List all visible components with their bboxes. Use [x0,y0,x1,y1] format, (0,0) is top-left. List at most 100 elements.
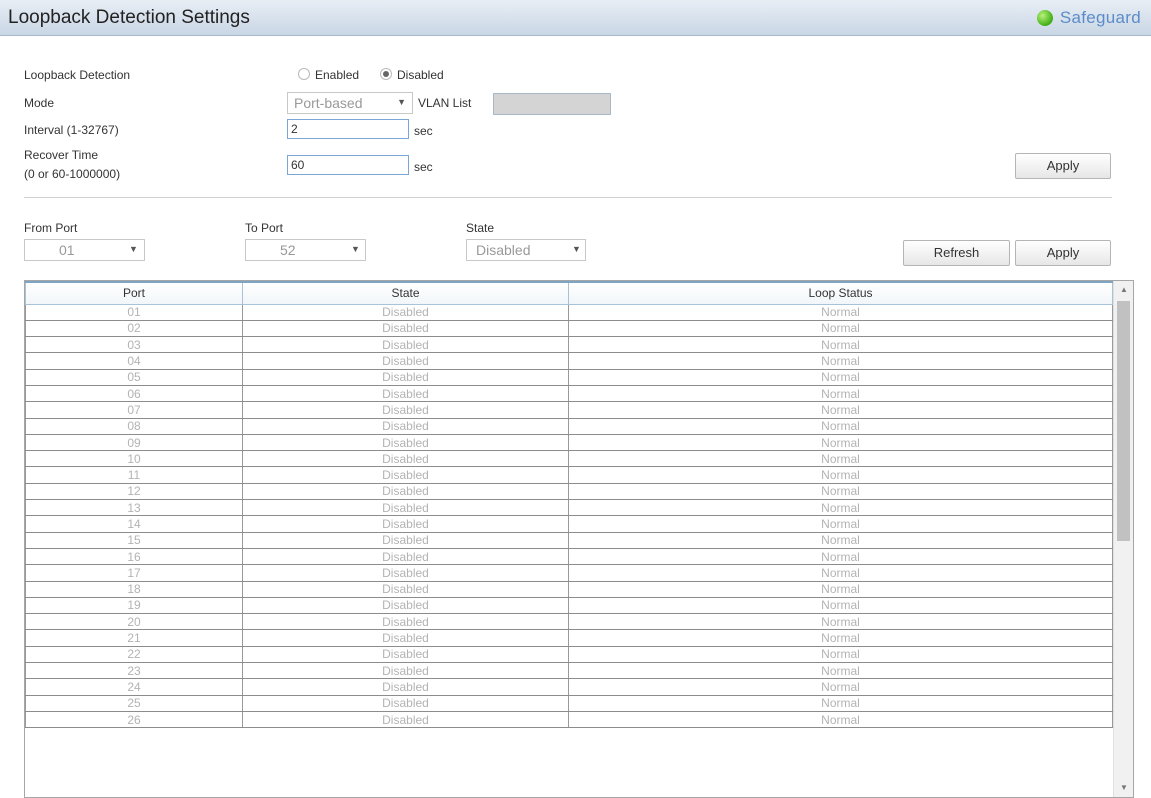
table-row: 05 Disabled Normal [25,369,1113,386]
divider [24,197,1112,198]
apply-port-button[interactable]: Apply [1015,240,1111,266]
port-cell: 14 [25,515,243,533]
state-cell: Disabled [242,695,569,712]
to-port-label: To Port [245,221,284,235]
port-cell: 16 [25,548,243,566]
loop-status-cell: Normal [568,401,1113,419]
port-cell: 18 [25,581,243,598]
table-row: 10 Disabled Normal [25,450,1113,468]
state-cell: Disabled [242,466,569,484]
port-cell: 03 [25,336,243,354]
table-row: 23 Disabled Normal [25,662,1113,680]
state-cell: Disabled [242,304,569,321]
table-row: 03 Disabled Normal [25,336,1113,354]
from-port-select[interactable]: 01 ▼ [24,239,145,261]
state-cell: Disabled [242,336,569,354]
table-row: 18 Disabled Normal [25,581,1113,598]
refresh-button[interactable]: Refresh [903,240,1010,266]
state-cell: Disabled [242,401,569,419]
state-cell: Disabled [242,678,569,696]
mode-select[interactable]: Port-based ▼ [287,92,413,114]
chevron-down-icon: ▼ [351,244,360,254]
scroll-up-arrow-icon[interactable]: ▲ [1114,281,1133,299]
state-select[interactable]: Disabled ▼ [466,239,586,261]
table-row: 13 Disabled Normal [25,499,1113,517]
loop-status-cell: Normal [568,304,1113,321]
port-cell: 13 [25,499,243,517]
state-cell: Disabled [242,450,569,468]
page-title: Loopback Detection Settings [8,7,250,28]
table-row: 09 Disabled Normal [25,434,1113,452]
table-row: 19 Disabled Normal [25,597,1113,615]
port-cell: 07 [25,401,243,419]
recover-time-input[interactable] [287,155,409,175]
loop-status-cell: Normal [568,548,1113,566]
table-scrollbar[interactable]: ▲ ▼ [1113,281,1133,797]
loop-status-cell: Normal [568,499,1113,517]
port-cell: 10 [25,450,243,468]
state-cell: Disabled [242,711,569,729]
interval-label: Interval (1-32767) [24,123,119,137]
port-cell: 15 [25,532,243,549]
loop-status-cell: Normal [568,515,1113,533]
recover-time-label: Recover Time [24,148,99,162]
column-header-state: State [242,281,569,305]
table-row: 06 Disabled Normal [25,385,1113,403]
scrollbar-thumb[interactable] [1117,301,1130,541]
chevron-down-icon: ▼ [129,244,138,254]
to-port-select[interactable]: 52 ▼ [245,239,366,261]
port-cell: 09 [25,434,243,452]
port-cell: 11 [25,466,243,484]
loopback-detection-label: Loopback Detection [24,68,131,82]
table-row: 07 Disabled Normal [25,401,1113,419]
interval-input[interactable] [287,119,409,139]
port-cell: 01 [25,304,243,321]
loop-status-cell: Normal [568,352,1113,370]
scroll-down-arrow-icon[interactable]: ▼ [1114,779,1133,797]
port-cell: 06 [25,385,243,403]
title-bar: Loopback Detection Settings Safeguard [0,0,1151,36]
state-cell: Disabled [242,581,569,598]
loop-status-cell: Normal [568,532,1113,549]
port-cell: 02 [25,320,243,338]
state-cell: Disabled [242,646,569,664]
from-port-label: From Port [24,221,78,235]
state-select-value: Disabled [476,242,531,258]
safeguard-label: Safeguard [1059,8,1141,27]
table-row: 12 Disabled Normal [25,483,1113,501]
loop-status-cell: Normal [568,320,1113,338]
port-cell: 12 [25,483,243,501]
port-cell: 24 [25,678,243,696]
vlan-list-input[interactable] [493,93,611,115]
column-header-port: Port [25,281,243,305]
loop-status-cell: Normal [568,466,1113,484]
loop-status-cell: Normal [568,483,1113,501]
loop-status-cell: Normal [568,711,1113,729]
vlan-list-label: VLAN List [418,96,472,110]
table-row: 08 Disabled Normal [25,418,1113,435]
port-cell: 04 [25,352,243,370]
port-cell: 05 [25,369,243,386]
port-cell: 26 [25,711,243,729]
safeguard-indicator: Safeguard [1036,8,1141,28]
state-cell: Disabled [242,548,569,566]
state-cell: Disabled [242,483,569,501]
loop-status-cell: Normal [568,336,1113,354]
state-cell: Disabled [242,564,569,582]
state-cell: Disabled [242,662,569,680]
loop-status-cell: Normal [568,564,1113,582]
enabled-radio[interactable] [298,68,310,80]
loop-status-cell: Normal [568,646,1113,664]
state-cell: Disabled [242,369,569,386]
loop-status-cell: Normal [568,613,1113,631]
apply-settings-button[interactable]: Apply [1015,153,1111,179]
table-row: 04 Disabled Normal [25,352,1113,370]
state-label: State [466,221,495,235]
state-cell: Disabled [242,515,569,533]
table-row: 11 Disabled Normal [25,466,1113,484]
disabled-radio[interactable] [380,68,392,80]
loop-status-cell: Normal [568,678,1113,696]
column-header-loop-status: Loop Status [568,281,1113,305]
recover-time-range-label: (0 or 60-1000000) [24,167,121,181]
loop-status-cell: Normal [568,597,1113,615]
